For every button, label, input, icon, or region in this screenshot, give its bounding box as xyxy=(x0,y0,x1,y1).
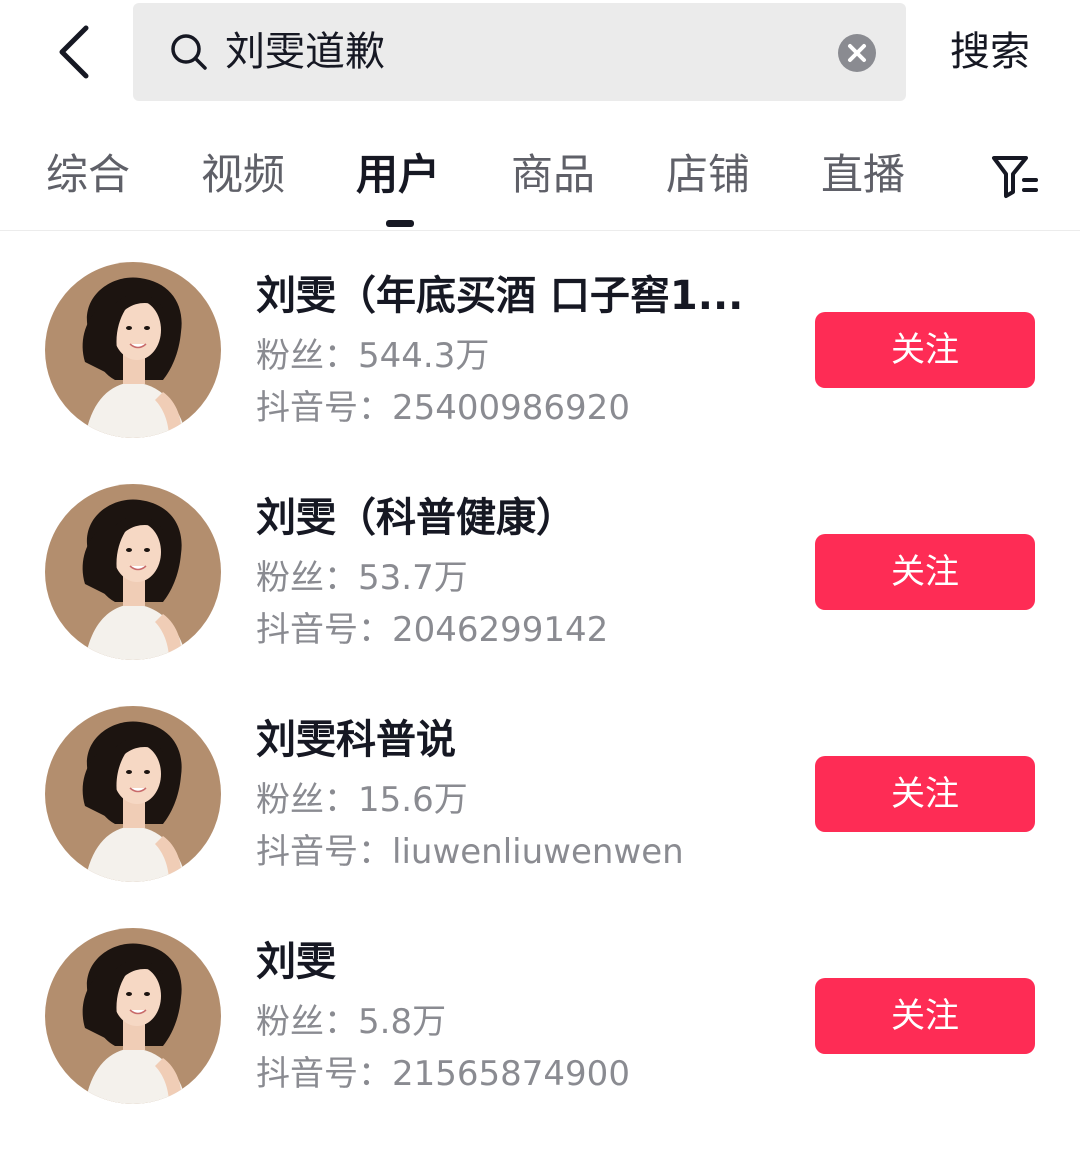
avatar-image xyxy=(45,484,221,660)
douyin-id: 抖音号：2046299142 xyxy=(256,610,609,650)
avatar-image xyxy=(45,706,221,882)
fans-count: 粉丝：5.8万 xyxy=(256,1002,447,1042)
top-bar: 刘雯道歉 搜索 xyxy=(0,0,1080,110)
avatar-image xyxy=(45,262,221,438)
tab-comprehensive[interactable]: 综合 xyxy=(46,150,130,200)
tab-shops[interactable]: 店铺 xyxy=(666,150,750,200)
avatar[interactable] xyxy=(45,706,221,882)
user-name[interactable]: 刘雯科普说 xyxy=(256,714,456,766)
avatar[interactable] xyxy=(45,262,221,438)
tab-videos[interactable]: 视频 xyxy=(201,150,285,200)
douyin-id: 抖音号：21565874900 xyxy=(256,1054,630,1094)
user-name[interactable]: 刘雯（科普健康） xyxy=(256,492,576,544)
avatar-image xyxy=(45,928,221,1104)
active-tab-indicator xyxy=(386,220,414,227)
search-icon xyxy=(171,34,207,70)
avatar[interactable] xyxy=(45,484,221,660)
back-button[interactable] xyxy=(48,22,108,82)
fans-count: 粉丝：53.7万 xyxy=(256,558,468,598)
tab-users[interactable]: 用户 xyxy=(356,150,440,200)
user-result-row[interactable]: 刘雯（科普健康） 粉丝：53.7万 抖音号：2046299142 关注 xyxy=(0,484,1080,706)
follow-button[interactable]: 关注 xyxy=(815,978,1035,1054)
search-input[interactable]: 刘雯道歉 xyxy=(133,3,906,101)
user-result-row[interactable]: 刘雯 粉丝：5.8万 抖音号：21565874900 关注 xyxy=(0,928,1080,1150)
search-submit-button[interactable]: 搜索 xyxy=(950,27,1030,77)
user-result-row[interactable]: 刘雯科普说 粉丝：15.6万 抖音号：liuwenliuwenwen 关注 xyxy=(0,706,1080,928)
avatar[interactable] xyxy=(45,928,221,1104)
follow-button[interactable]: 关注 xyxy=(815,756,1035,832)
clear-icon[interactable] xyxy=(837,33,877,73)
douyin-id: 抖音号：liuwenliuwenwen xyxy=(256,832,684,872)
filter-icon[interactable] xyxy=(990,152,1040,202)
fans-count: 粉丝：544.3万 xyxy=(256,336,490,376)
follow-button[interactable]: 关注 xyxy=(815,312,1035,388)
tab-live[interactable]: 直播 xyxy=(821,150,905,200)
douyin-id: 抖音号：25400986920 xyxy=(256,388,630,428)
user-result-row[interactable]: 刘雯（年底买酒 口子窖1... 粉丝：544.3万 抖音号：2540098692… xyxy=(0,262,1080,484)
result-tabs: 综合 视频 用户 商品 店铺 直播 xyxy=(0,130,1080,231)
fans-count: 粉丝：15.6万 xyxy=(256,780,468,820)
user-name[interactable]: 刘雯（年底买酒 口子窖1... xyxy=(256,270,743,322)
user-name[interactable]: 刘雯 xyxy=(256,936,336,988)
search-query-text: 刘雯道歉 xyxy=(225,29,385,75)
tab-products[interactable]: 商品 xyxy=(511,150,595,200)
follow-button[interactable]: 关注 xyxy=(815,534,1035,610)
chevron-left-icon xyxy=(59,25,89,79)
